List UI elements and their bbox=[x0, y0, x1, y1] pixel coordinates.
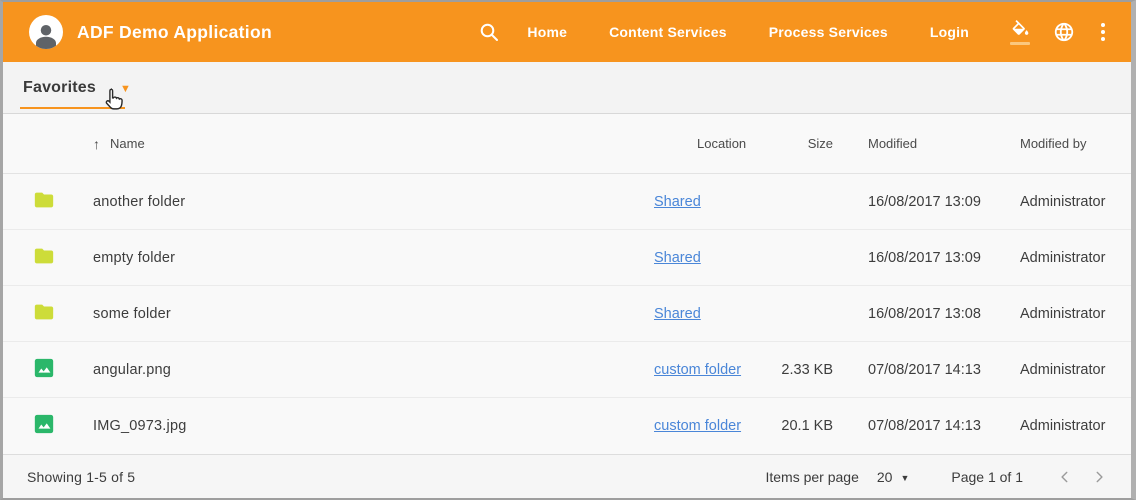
table-header-row: ↑ Name Location Size Modified Modified b… bbox=[3, 114, 1131, 174]
dropdown-caret-icon: ▼ bbox=[120, 83, 131, 95]
location-link[interactable]: Shared bbox=[654, 250, 701, 266]
column-header-modified-by[interactable]: Modified by bbox=[996, 136, 1115, 151]
more-vert-icon[interactable] bbox=[1095, 23, 1111, 41]
folder-icon bbox=[27, 301, 55, 327]
main-nav: Home Content Services Process Services L… bbox=[527, 24, 969, 40]
toolbar-icons bbox=[1007, 18, 1111, 46]
nav-login[interactable]: Login bbox=[930, 24, 969, 40]
file-name[interactable]: some folder bbox=[93, 306, 629, 322]
items-per-page-select[interactable]: 20 ▼ bbox=[877, 469, 910, 485]
document-list: ↑ Name Location Size Modified Modified b… bbox=[3, 114, 1131, 498]
file-name[interactable]: empty folder bbox=[93, 250, 629, 266]
active-tab-underline bbox=[20, 107, 125, 109]
items-per-page-value: 20 bbox=[877, 469, 893, 485]
modified-date: 07/08/2017 14:13 bbox=[844, 418, 996, 434]
modified-by: Administrator bbox=[996, 250, 1115, 266]
nav-process-services[interactable]: Process Services bbox=[769, 24, 888, 40]
paginator-controls: Items per page 20 ▼ Page 1 of 1 bbox=[765, 465, 1111, 489]
modified-date: 16/08/2017 13:09 bbox=[844, 194, 996, 210]
modified-by: Administrator bbox=[996, 306, 1115, 322]
sort-ascending-icon: ↑ bbox=[93, 136, 100, 152]
paginator: Showing 1-5 of 5 Items per page 20 ▼ Pag… bbox=[3, 454, 1131, 498]
modified-date: 16/08/2017 13:08 bbox=[844, 306, 996, 322]
showing-range-label: Showing 1-5 of 5 bbox=[27, 469, 135, 485]
column-header-modified[interactable]: Modified bbox=[844, 136, 996, 151]
items-per-page-caret-icon: ▼ bbox=[900, 473, 909, 483]
modified-date: 07/08/2017 14:13 bbox=[844, 362, 996, 378]
app-window: ADF Demo Application Home Content Servic… bbox=[0, 0, 1136, 500]
previous-page-icon[interactable] bbox=[1053, 465, 1077, 489]
location-link[interactable]: custom folder bbox=[654, 418, 741, 434]
modified-by: Administrator bbox=[996, 194, 1115, 210]
person-icon bbox=[31, 19, 61, 49]
location-link[interactable]: custom folder bbox=[654, 362, 741, 378]
page-info-label: Page 1 of 1 bbox=[951, 469, 1023, 485]
table-row[interactable]: IMG_0973.jpg custom folder 20.1 KB 07/08… bbox=[3, 398, 1131, 454]
theme-color-underline bbox=[1010, 42, 1030, 45]
nav-home[interactable]: Home bbox=[527, 24, 567, 40]
table-row[interactable]: another folder Shared 16/08/2017 13:09 A… bbox=[3, 174, 1131, 230]
app-title: ADF Demo Application bbox=[77, 22, 272, 43]
column-header-size[interactable]: Size bbox=[774, 136, 844, 151]
table-body: another folder Shared 16/08/2017 13:09 A… bbox=[3, 174, 1131, 454]
location-link[interactable]: Shared bbox=[654, 194, 701, 210]
file-name[interactable]: IMG_0973.jpg bbox=[93, 418, 629, 434]
app-toolbar: ADF Demo Application Home Content Servic… bbox=[3, 2, 1131, 62]
view-selector-bar: Favorites ▼ bbox=[3, 62, 1131, 114]
image-file-icon bbox=[27, 413, 55, 439]
file-name[interactable]: another folder bbox=[93, 194, 629, 210]
column-header-name[interactable]: ↑ Name bbox=[93, 136, 629, 152]
table-row[interactable]: empty folder Shared 16/08/2017 13:09 Adm… bbox=[3, 230, 1131, 286]
modified-by: Administrator bbox=[996, 362, 1115, 378]
language-globe-icon[interactable] bbox=[1051, 18, 1077, 46]
image-file-icon bbox=[27, 357, 55, 383]
table-row[interactable]: angular.png custom folder 2.33 KB 07/08/… bbox=[3, 342, 1131, 398]
modified-date: 16/08/2017 13:09 bbox=[844, 250, 996, 266]
folder-icon bbox=[27, 245, 55, 271]
current-view-dropdown[interactable]: Favorites ▼ bbox=[23, 79, 131, 97]
items-per-page-label: Items per page bbox=[765, 469, 858, 485]
file-size: 20.1 KB bbox=[774, 418, 844, 434]
search-icon[interactable] bbox=[477, 20, 501, 44]
modified-by: Administrator bbox=[996, 418, 1115, 434]
nav-content-services[interactable]: Content Services bbox=[609, 24, 727, 40]
file-name[interactable]: angular.png bbox=[93, 362, 629, 378]
next-page-icon[interactable] bbox=[1087, 465, 1111, 489]
location-link[interactable]: Shared bbox=[654, 306, 701, 322]
folder-icon bbox=[27, 189, 55, 215]
avatar[interactable] bbox=[29, 15, 63, 49]
table-row[interactable]: some folder Shared 16/08/2017 13:08 Admi… bbox=[3, 286, 1131, 342]
current-view-label: Favorites bbox=[23, 79, 96, 97]
file-size: 2.33 KB bbox=[774, 362, 844, 378]
column-header-location[interactable]: Location bbox=[629, 136, 774, 151]
color-fill-icon[interactable] bbox=[1007, 18, 1033, 46]
